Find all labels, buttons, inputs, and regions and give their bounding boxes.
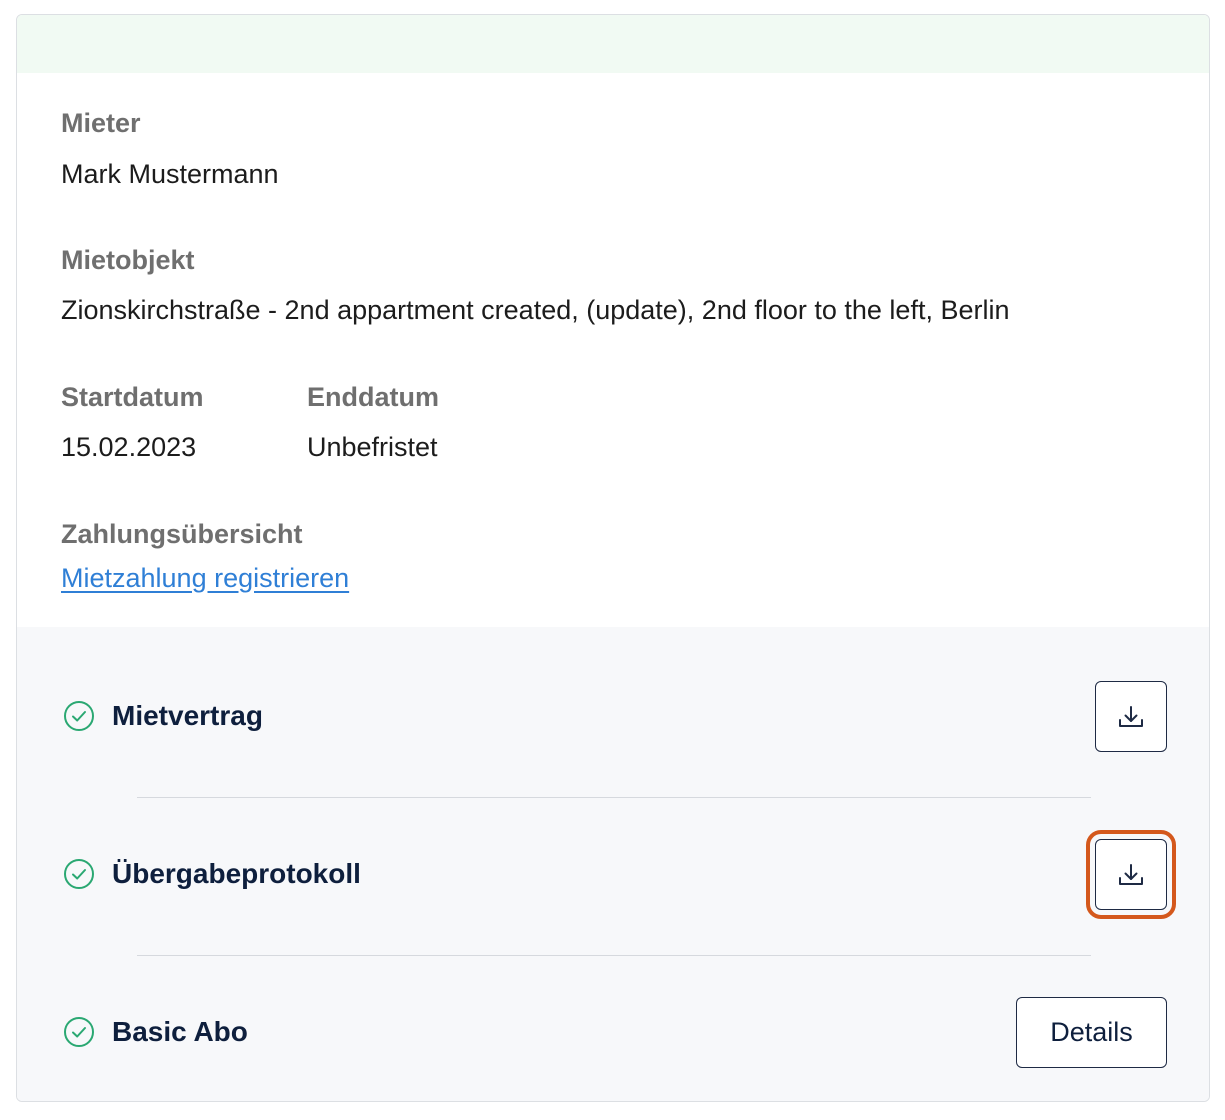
document-row-basic-abo: Basic Abo Details [17,987,1209,1077]
card-header-strip [17,15,1209,73]
document-row-mietvertrag: Mietvertrag [17,671,1209,761]
end-date-value: Unbefristet [307,432,438,462]
document-title: Basic Abo [112,1016,248,1047]
download-mietvertrag-button[interactable] [1095,681,1167,752]
property-value: Zionskirchstraße - 2nd appartment create… [61,295,1010,325]
download-icon [1119,863,1143,885]
document-row-uebergabeprotokoll: Übergabeprotokoll [17,829,1209,919]
document-title: Übergabeprotokoll [112,858,361,889]
lease-card: Mieter Mark Mustermann Mietobjekt Zionsk… [16,14,1210,1102]
lease-info-section: Mieter Mark Mustermann Mietobjekt Zionsk… [17,73,1209,627]
document-title: Mietvertrag [112,700,263,731]
check-circle-icon [64,701,94,731]
row-divider [137,955,1091,956]
start-date-label: Startdatum [61,382,204,412]
tenant-label: Mieter [61,108,141,138]
row-divider [137,797,1091,798]
download-uebergabeprotokoll-button[interactable] [1086,830,1176,919]
details-button[interactable]: Details [1016,997,1167,1068]
register-payment-link[interactable]: Mietzahlung registrieren [61,562,349,594]
property-label: Mietobjekt [61,245,195,275]
tenant-value: Mark Mustermann [61,159,279,189]
check-circle-icon [64,1017,94,1047]
documents-section: Mietvertrag Übergabeprotokoll Basic Abo … [17,627,1209,1101]
download-icon [1119,705,1143,727]
check-circle-icon [64,859,94,889]
start-date-value: 15.02.2023 [61,432,197,462]
payments-label: Zahlungsübersicht [61,519,303,549]
end-date-label: Enddatum [307,382,439,412]
